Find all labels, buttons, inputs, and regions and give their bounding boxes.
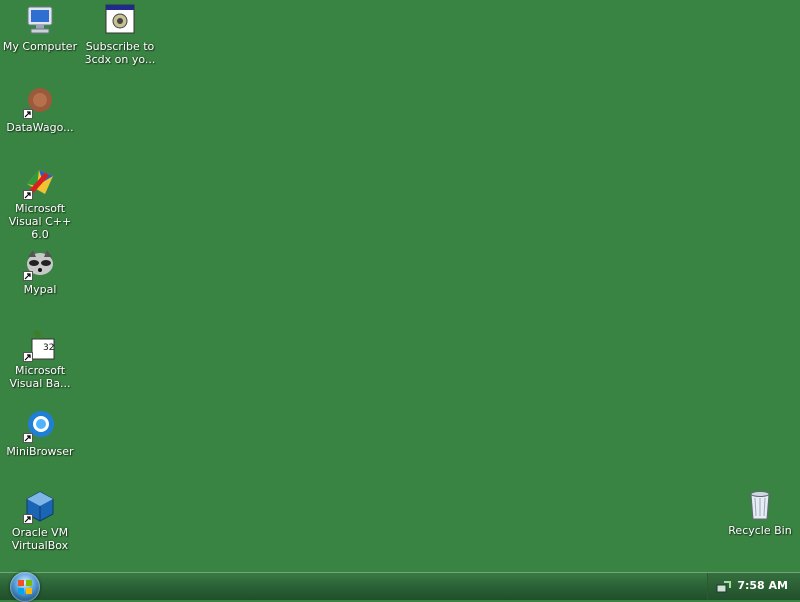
system-tray: 7:58 AM <box>707 573 800 600</box>
taskbar: 7:58 AM <box>0 572 800 602</box>
shortcut-arrow-icon <box>23 352 33 362</box>
icon-label: Subscribe to 3cdx on yo... <box>84 40 156 66</box>
visual-basic-shortcut[interactable]: 32 Microsoft Visual Ba... <box>0 328 80 390</box>
raccoon-icon <box>23 247 57 281</box>
icon-label: DataWago... <box>6 121 74 134</box>
icon-label: Recycle Bin <box>728 524 792 537</box>
datawago-shortcut[interactable]: DataWago... <box>0 85 80 134</box>
windows-logo-icon <box>18 580 32 594</box>
my-computer-shortcut[interactable]: My Computer <box>0 4 80 53</box>
network-icon[interactable] <box>716 579 732 595</box>
icon-label: Mypal <box>23 283 57 296</box>
shortcut-arrow-icon <box>23 190 33 200</box>
application-window-icon <box>103 4 137 38</box>
shortcut-arrow-icon <box>23 271 33 281</box>
icon-label: Oracle VM VirtualBox <box>11 526 69 552</box>
icon-label: MiniBrowser <box>6 445 74 458</box>
shortcut-arrow-icon <box>23 433 33 443</box>
icon-label: Microsoft Visual C++ 6.0 <box>8 202 72 241</box>
recycle-bin-shortcut[interactable]: Recycle Bin <box>720 488 800 537</box>
icon-label: My Computer <box>2 40 78 53</box>
shortcut-arrow-icon <box>23 109 33 119</box>
desktop: My Computer Subscribe to 3cdx on yo... D… <box>0 0 800 572</box>
shortcut-arrow-icon <box>23 514 33 524</box>
subscribe-3cdx-shortcut[interactable]: Subscribe to 3cdx on yo... <box>80 4 160 66</box>
recycle-bin-icon <box>743 488 777 522</box>
visual-cpp-icon <box>23 166 57 200</box>
visual-cpp-shortcut[interactable]: Microsoft Visual C++ 6.0 <box>0 166 80 241</box>
computer-icon <box>23 4 57 38</box>
datawago-icon <box>23 85 57 119</box>
clock[interactable]: 7:58 AM <box>737 579 788 592</box>
visual-basic-icon: 32 <box>23 328 57 362</box>
virtualbox-cube-icon <box>23 490 57 524</box>
minibrowser-icon <box>23 409 57 443</box>
virtualbox-shortcut[interactable]: Oracle VM VirtualBox <box>0 490 80 552</box>
mypal-shortcut[interactable]: Mypal <box>0 247 80 296</box>
icon-label: Microsoft Visual Ba... <box>9 364 71 390</box>
minibrowser-shortcut[interactable]: MiniBrowser <box>0 409 80 458</box>
svg-text:32: 32 <box>43 343 54 353</box>
start-button[interactable] <box>10 572 40 602</box>
